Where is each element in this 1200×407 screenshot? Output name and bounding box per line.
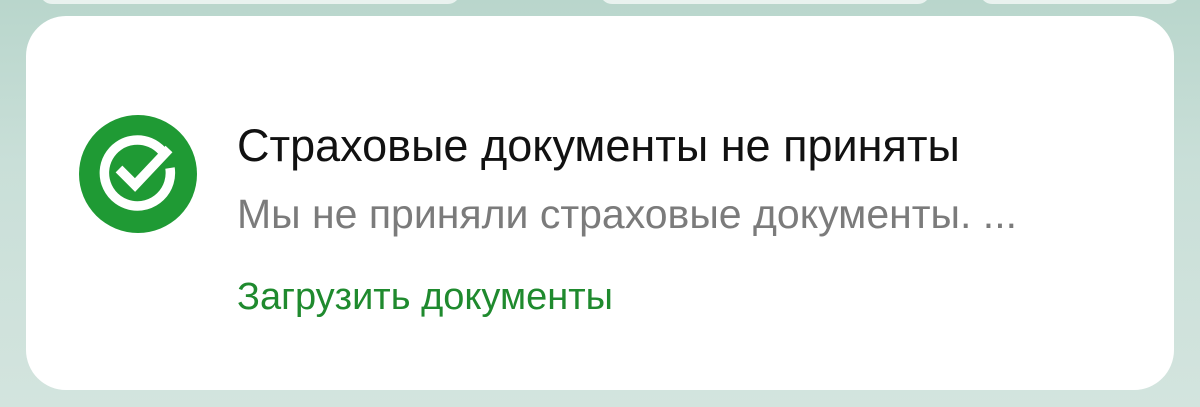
background-cards-edge [0, 0, 1200, 14]
notification-card[interactable]: Страховые документы не приняты Мы не при… [26, 16, 1174, 390]
notification-title: Страховые документы не приняты [237, 120, 960, 171]
sber-checkmark-icon [78, 114, 198, 234]
notification-message: Мы не приняли страховые документы. ... [237, 191, 1017, 237]
notification-content: Страховые документы не приняты Мы не при… [26, 16, 1174, 390]
upload-documents-link[interactable]: Загрузить документы [237, 274, 613, 320]
